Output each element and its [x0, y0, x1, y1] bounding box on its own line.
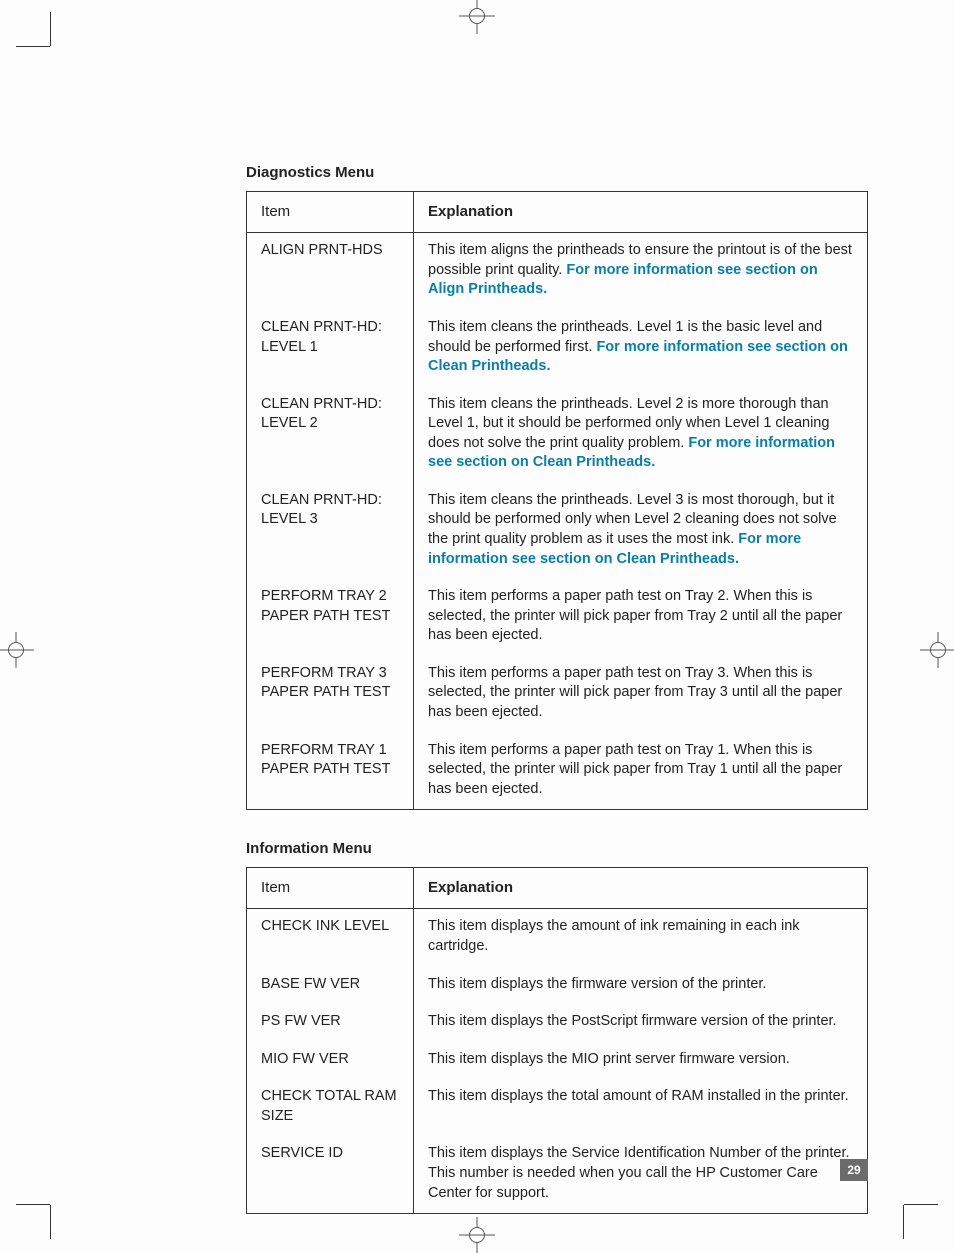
table-row: PERFORM TRAY 1 PAPER PATH TEST This item…	[247, 733, 868, 810]
menu-item-explanation: This item displays the Service Identific…	[414, 1136, 868, 1213]
menu-item-explanation: This item displays the MIO print server …	[414, 1042, 868, 1080]
crop-mark	[16, 1204, 50, 1205]
menu-item-explanation: This item performs a paper path test on …	[414, 579, 868, 656]
registration-mark-icon	[459, 1217, 495, 1253]
menu-item-explanation: This item displays the PostScript firmwa…	[414, 1004, 868, 1042]
menu-item-name: MIO FW VER	[247, 1042, 414, 1080]
menu-item-name: CHECK INK LEVEL	[247, 909, 414, 967]
menu-item-name: SERVICE ID	[247, 1136, 414, 1213]
menu-item-name: CLEAN PRNT-HD: LEVEL 2	[247, 387, 414, 483]
table-row: ALIGN PRNT-HDS This item aligns the prin…	[247, 233, 868, 310]
registration-mark-icon	[459, 0, 495, 34]
table-row: CLEAN PRNT-HD: LEVEL 2 This item cleans …	[247, 387, 868, 483]
col-header-explanation: Explanation	[414, 192, 868, 233]
table-row: PERFORM TRAY 2 PAPER PATH TEST This item…	[247, 579, 868, 656]
table-row: CHECK INK LEVEL This item displays the a…	[247, 909, 868, 967]
crop-mark	[904, 1204, 938, 1205]
menu-item-name: PERFORM TRAY 2 PAPER PATH TEST	[247, 579, 414, 656]
table-row: BASE FW VER This item displays the firmw…	[247, 967, 868, 1005]
section-title: Diagnostics Menu	[246, 164, 868, 181]
table-row: PERFORM TRAY 3 PAPER PATH TEST This item…	[247, 656, 868, 733]
menu-item-explanation: This item displays the firmware version …	[414, 967, 868, 1005]
information-menu-table: Item Explanation CHECK INK LEVEL This it…	[246, 867, 868, 1214]
menu-item-explanation: This item aligns the printheads to ensur…	[414, 233, 868, 310]
menu-item-name: PERFORM TRAY 3 PAPER PATH TEST	[247, 656, 414, 733]
col-header-explanation: Explanation	[414, 868, 868, 909]
menu-item-explanation: This item cleans the printheads. Level 2…	[414, 387, 868, 483]
menu-item-name: CHECK TOTAL RAM SIZE	[247, 1079, 414, 1136]
menu-item-name: CLEAN PRNT-HD: LEVEL 3	[247, 483, 414, 579]
page-body: Diagnostics Menu Item Explanation ALIGN …	[50, 46, 904, 1205]
menu-item-explanation: This item displays the amount of ink rem…	[414, 909, 868, 967]
col-header-item: Item	[247, 192, 414, 233]
menu-item-explanation: This item cleans the printheads. Level 3…	[414, 483, 868, 579]
menu-item-name: ALIGN PRNT-HDS	[247, 233, 414, 310]
menu-item-name: PERFORM TRAY 1 PAPER PATH TEST	[247, 733, 414, 810]
table-row: PS FW VER This item displays the PostScr…	[247, 1004, 868, 1042]
page-number-tab: 29	[840, 1159, 868, 1181]
col-header-item: Item	[247, 868, 414, 909]
table-row: CHECK TOTAL RAM SIZE This item displays …	[247, 1079, 868, 1136]
table-row: CLEAN PRNT-HD: LEVEL 3 This item cleans …	[247, 483, 868, 579]
registration-mark-icon	[920, 632, 954, 668]
crop-mark	[16, 46, 50, 47]
crop-mark	[50, 12, 51, 46]
menu-item-explanation: This item displays the total amount of R…	[414, 1079, 868, 1136]
menu-item-explanation: This item cleans the printheads. Level 1…	[414, 310, 868, 387]
table-row: SERVICE ID This item displays the Servic…	[247, 1136, 868, 1213]
diagnostics-menu-table: Item Explanation ALIGN PRNT-HDS This ite…	[246, 191, 868, 810]
menu-item-explanation: This item performs a paper path test on …	[414, 656, 868, 733]
registration-mark-icon	[0, 632, 34, 668]
table-row: CLEAN PRNT-HD: LEVEL 1 This item cleans …	[247, 310, 868, 387]
crop-mark	[903, 1205, 904, 1239]
menu-item-name: BASE FW VER	[247, 967, 414, 1005]
menu-item-name: PS FW VER	[247, 1004, 414, 1042]
menu-item-name: CLEAN PRNT-HD: LEVEL 1	[247, 310, 414, 387]
menu-item-explanation: This item performs a paper path test on …	[414, 733, 868, 810]
section-title: Information Menu	[246, 840, 868, 857]
table-row: MIO FW VER This item displays the MIO pr…	[247, 1042, 868, 1080]
crop-mark	[50, 1205, 51, 1239]
